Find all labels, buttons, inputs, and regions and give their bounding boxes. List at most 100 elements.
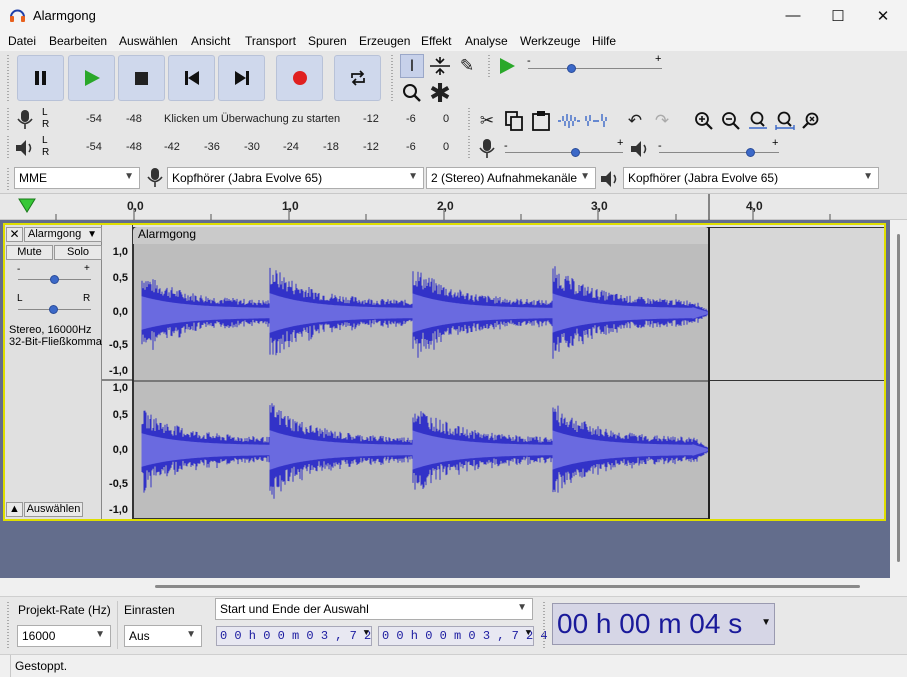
playback-device-select[interactable]: Kopfhörer (Jabra Evolve 65) ▼: [623, 167, 879, 189]
select-track-button[interactable]: Auswählen: [24, 502, 83, 517]
collapse-track-button[interactable]: ▲: [6, 502, 23, 517]
play-speed-slider-thumb[interactable]: [567, 64, 576, 73]
recording-channels-select[interactable]: 2 (Stereo) Aufnahmekanäle ▼: [426, 167, 596, 189]
vertical-ruler[interactable]: 1,0 0,5 0,0 -0,5 -1,0 1,0 0,5 0,0 -0,5 -…: [102, 225, 133, 519]
play-volume-plus: +: [772, 137, 779, 149]
menu-auswaehlen[interactable]: Auswählen: [119, 34, 178, 48]
gain-slider-thumb[interactable]: [50, 275, 59, 284]
redo-icon: ↷: [654, 111, 670, 130]
horizontal-scroll-thumb[interactable]: [155, 585, 860, 588]
ruler-label: 1,0: [282, 199, 299, 213]
toolbar-grip[interactable]: [391, 55, 393, 103]
undo-button[interactable]: ↶: [623, 109, 647, 133]
menu-analyse[interactable]: Analyse: [465, 34, 508, 48]
microphone-icon: [147, 168, 163, 187]
menu-bearbeiten[interactable]: Bearbeiten: [49, 34, 107, 48]
track-control-panel[interactable]: ✕ Alarmgong ▼ Mute Solo - + L R Stereo, …: [5, 225, 102, 519]
zoom-in-button[interactable]: [692, 109, 716, 133]
solo-button[interactable]: Solo: [54, 245, 102, 260]
audio-host-select[interactable]: MME ▼: [14, 167, 140, 189]
skip-start-icon: [184, 71, 199, 85]
horizontal-scrollbar[interactable]: [0, 578, 907, 596]
selection-mode-select[interactable]: Start und Ende der Auswahl ▼: [215, 598, 533, 620]
copy-button[interactable]: [502, 109, 526, 133]
menu-spuren[interactable]: Spuren: [308, 34, 347, 48]
redo-button[interactable]: ↷: [650, 109, 674, 133]
toolbar-grip[interactable]: [7, 108, 9, 132]
trim-button[interactable]: [557, 109, 581, 133]
fit-selection-button[interactable]: [746, 109, 770, 133]
close-button[interactable]: ✕: [860, 0, 906, 31]
snap-value: Aus: [129, 629, 150, 643]
playback-volume-thumb[interactable]: [746, 148, 755, 157]
playback-meter[interactable]: -54 -48 -42 -36 -30 -24 -18 -12 -6 0: [52, 136, 452, 160]
rec-volume-minus: -: [504, 140, 508, 152]
meter-tick: -30: [244, 141, 260, 153]
menu-transport[interactable]: Transport: [245, 34, 296, 48]
skip-to-start-button[interactable]: [168, 55, 215, 101]
mute-button[interactable]: Mute: [6, 245, 53, 260]
paste-button[interactable]: [529, 109, 553, 133]
skip-to-end-button[interactable]: [218, 55, 265, 101]
selection-end-time[interactable]: 0 0 h 0 0 m 0 3 , 7 2 4 s ▼: [378, 626, 562, 646]
menu-erzeugen[interactable]: Erzeugen: [359, 34, 410, 48]
play-at-speed-button[interactable]: [495, 54, 519, 78]
zoom-tool-button[interactable]: [400, 81, 424, 105]
waveform: [134, 266, 710, 499]
clip-name: Alarmgong: [138, 227, 197, 241]
toolbar-grip[interactable]: [7, 136, 9, 160]
audio-position-time[interactable]: 00 h 00 m 04 s ▼: [552, 603, 775, 645]
record-meter-button[interactable]: [13, 108, 37, 132]
fit-project-button[interactable]: [773, 109, 797, 133]
menu-werkzeuge[interactable]: Werkzeuge: [520, 34, 580, 48]
silence-button[interactable]: [584, 109, 608, 133]
toolbar-grip[interactable]: [468, 108, 470, 132]
toolbar-grip[interactable]: [468, 136, 470, 160]
close-track-button[interactable]: ✕: [6, 227, 23, 242]
zoom-in-icon: [695, 112, 713, 130]
menu-ansicht[interactable]: Ansicht: [191, 34, 230, 48]
toolbar-grip[interactable]: [7, 55, 9, 103]
recording-device-select[interactable]: Kopfhörer (Jabra Evolve 65) ▼: [167, 167, 424, 189]
track-info-format: 32-Bit-Fließkomma: [9, 336, 102, 348]
vertical-scroll-thumb[interactable]: [897, 234, 900, 562]
toolbar-grip[interactable]: [7, 168, 9, 190]
toolbar-grip[interactable]: [488, 55, 490, 77]
vertical-scrollbar[interactable]: [890, 220, 907, 578]
stop-button[interactable]: [118, 55, 165, 101]
recording-volume-thumb[interactable]: [571, 148, 580, 157]
playback-meter-button[interactable]: [13, 136, 37, 160]
play-button[interactable]: [68, 55, 115, 101]
draw-tool-button[interactable]: ✎: [455, 54, 479, 78]
track-empty-region[interactable]: [709, 227, 884, 519]
menu-hilfe[interactable]: Hilfe: [592, 34, 616, 48]
envelope-tool-button[interactable]: [428, 54, 452, 78]
selection-tool-button[interactable]: I: [400, 54, 424, 78]
record-button[interactable]: [276, 55, 323, 101]
snap-select[interactable]: Aus ▼: [124, 625, 202, 647]
timeline-ruler[interactable]: 0,0 1,0 2,0 3,0 4,0: [0, 193, 907, 221]
menu-datei[interactable]: Datei: [8, 34, 36, 48]
toolbar-grip[interactable]: [7, 602, 9, 648]
separator: [10, 655, 11, 677]
zoom-out-button[interactable]: [719, 109, 743, 133]
menu-effekt[interactable]: Effekt: [421, 34, 451, 48]
audio-clip[interactable]: [133, 227, 710, 519]
maximize-button[interactable]: ☐: [815, 0, 861, 31]
close-icon: ✕: [876, 7, 890, 25]
playback-volume-icon-wrap: [628, 137, 652, 161]
pause-button[interactable]: [17, 55, 64, 101]
pan-slider-thumb[interactable]: [49, 305, 58, 314]
selection-start-time[interactable]: 0 0 h 0 0 m 0 3 , 7 2 4 s ▼: [216, 626, 400, 646]
record-meter[interactable]: -54 -48 Klicken um Überwachung zu starte…: [52, 108, 452, 132]
cut-button[interactable]: ✂: [475, 109, 499, 133]
minimize-button[interactable]: —: [770, 0, 816, 31]
loop-button[interactable]: [334, 55, 381, 101]
project-rate-select[interactable]: 16000 ▼: [17, 625, 111, 647]
toolbar-grip[interactable]: [543, 602, 545, 648]
clip-title-bar[interactable]: Alarmgong: [133, 227, 709, 244]
zoom-toggle-button[interactable]: [800, 109, 824, 133]
multi-tool-button[interactable]: ✱: [428, 80, 452, 106]
track-name-menu[interactable]: Alarmgong ▼: [24, 227, 102, 242]
stop-icon: [135, 71, 148, 85]
